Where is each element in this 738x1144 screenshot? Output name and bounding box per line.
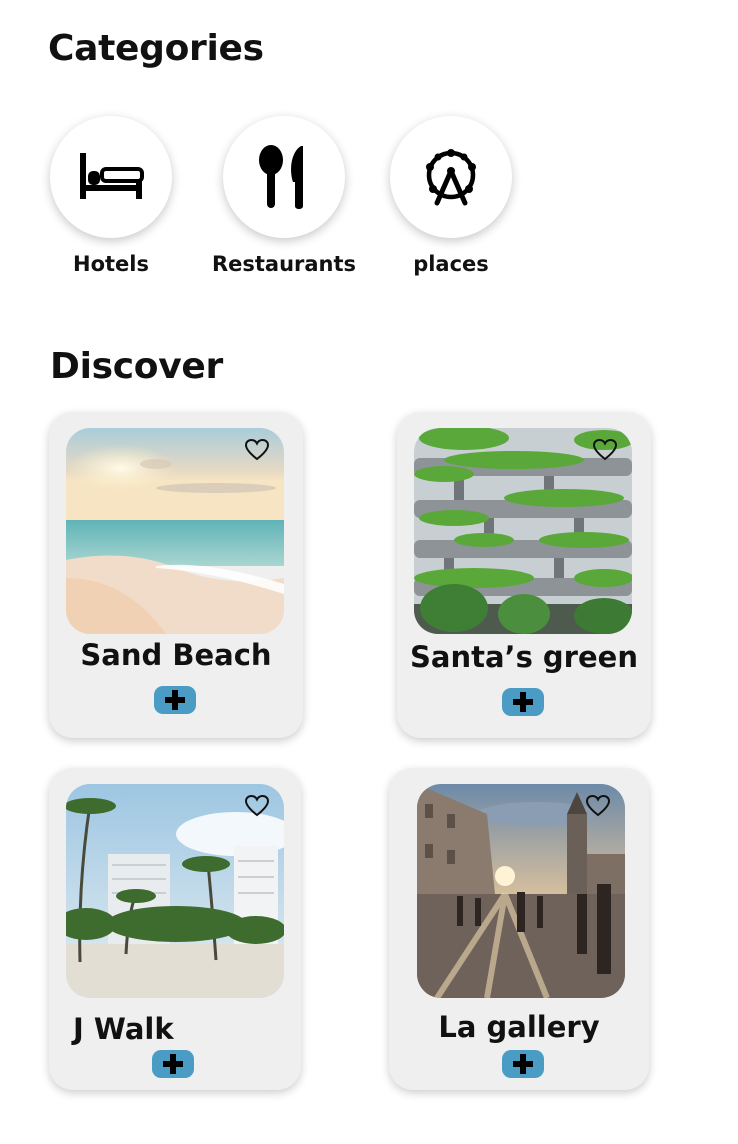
card-title: J Walk [73,1012,174,1046]
heart-icon[interactable] [592,438,618,462]
add-button[interactable] [154,686,196,714]
category-places[interactable]: places [376,116,526,276]
category-hotels-circle[interactable] [50,116,172,238]
discover-heading: Discover [50,346,223,387]
category-restaurants[interactable]: Restaurants [209,116,359,276]
plus-icon [513,1054,533,1074]
category-restaurants-circle[interactable] [223,116,345,238]
cutlery-icon [259,145,303,209]
category-places-circle[interactable] [390,116,512,238]
add-button[interactable] [152,1050,194,1078]
palm-beach-photo[interactable] [66,784,284,998]
add-button[interactable] [502,688,544,716]
heart-icon[interactable] [585,794,611,818]
discover-card-santas-green[interactable]: Santa’s green [397,412,651,738]
category-label: Hotels [73,252,149,276]
category-label: places [413,252,489,276]
ferris-wheel-icon [426,149,476,206]
bed-icon [80,153,144,199]
plus-icon [165,690,185,710]
categories-heading: Categories [48,28,264,69]
plus-icon [163,1054,183,1074]
old-town-square-photo[interactable] [417,784,625,998]
discover-card-sand-beach[interactable]: Sand Beach [49,412,303,738]
card-title: Santa’s green [410,640,638,674]
category-label: Restaurants [211,252,357,276]
discover-card-la-gallery[interactable]: La gallery [389,768,649,1090]
green-building-photo[interactable] [414,428,632,634]
heart-icon[interactable] [244,438,270,462]
card-title: La gallery [438,1010,600,1044]
category-hotels[interactable]: Hotels [36,116,186,276]
heart-icon[interactable] [244,794,270,818]
card-title: Sand Beach [80,638,272,672]
plus-icon [513,692,533,712]
beach-sunset-photo[interactable] [66,428,284,634]
add-button[interactable] [502,1050,544,1078]
discover-card-j-walk[interactable]: J Walk [49,768,301,1090]
